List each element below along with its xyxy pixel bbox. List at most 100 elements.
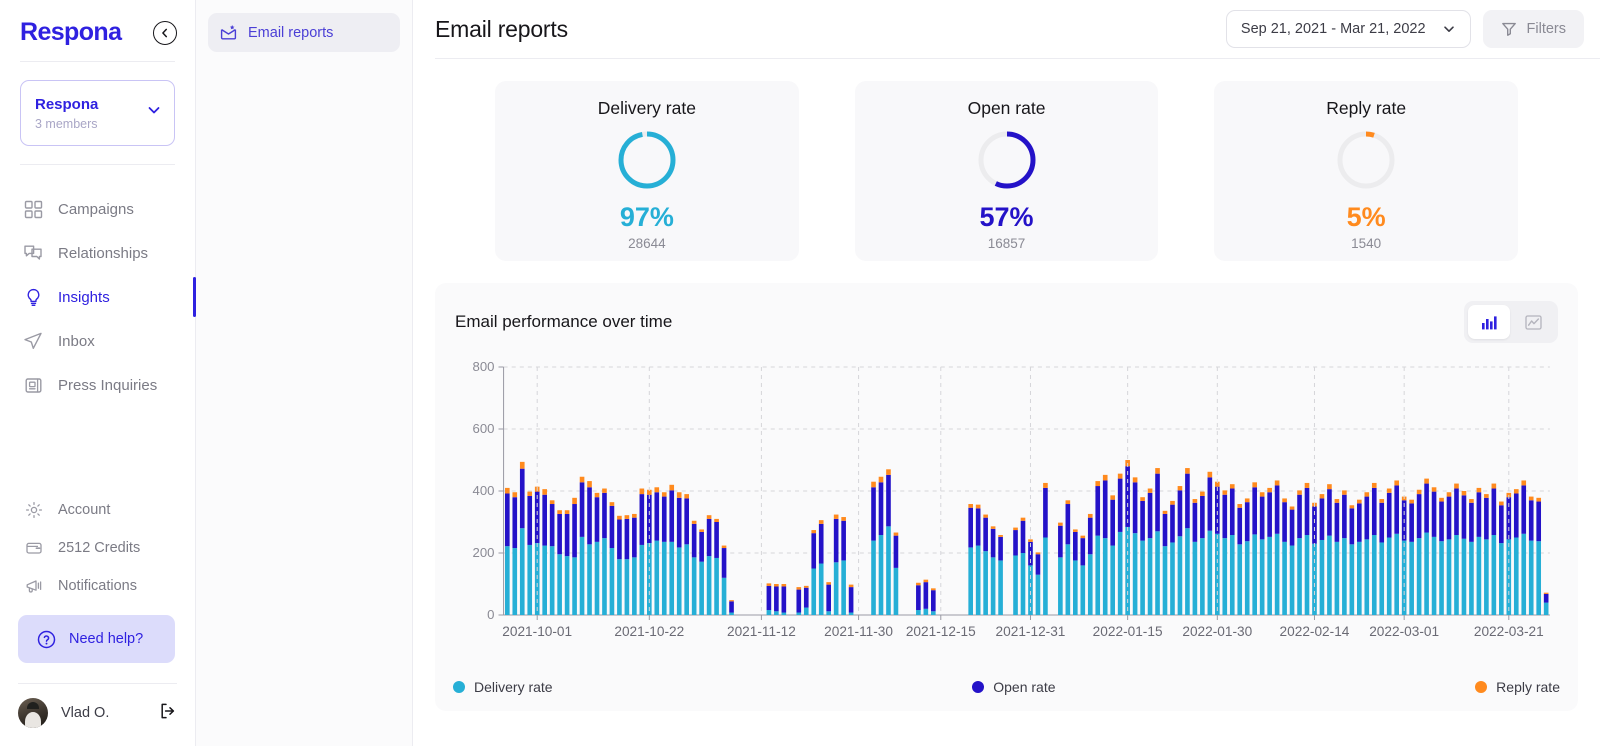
sidebar-divider-mid	[20, 164, 175, 165]
sidebar-item-account[interactable]: Account	[0, 491, 195, 529]
date-range-label: Sep 21, 2021 - Mar 21, 2022	[1240, 21, 1426, 37]
line-chart-icon	[1524, 313, 1543, 332]
svg-text:2021-12-31: 2021-12-31	[996, 624, 1066, 639]
chart-panel: Email performance over time 0 200 400 60…	[435, 283, 1578, 711]
metric-count: 1540	[1351, 236, 1382, 251]
sidebar-header: Respona	[0, 0, 195, 61]
main-content: Email reports Sep 21, 2021 - Mar 21, 202…	[413, 0, 1600, 746]
metric-card-reply-rate: Reply rate 5% 1540	[1214, 81, 1519, 261]
app-root: Respona Respona 3 members Campaigns Rela…	[0, 0, 1600, 746]
filters-button[interactable]: Filters	[1482, 10, 1584, 48]
chevron-down-icon	[146, 102, 162, 123]
metric-count: 28644	[628, 236, 666, 251]
workspace-members: 3 members	[35, 116, 98, 131]
top-bar: Email reports Sep 21, 2021 - Mar 21, 202…	[413, 0, 1600, 58]
user-row[interactable]: Vlad O.	[0, 684, 195, 746]
legend-item-delivery-rate: Delivery rate	[453, 679, 553, 695]
metric-percent: 5%	[1346, 202, 1386, 232]
collapse-sidebar-icon[interactable]	[153, 20, 177, 45]
metric-cards: Delivery rate 97% 28644 Open rate 57% 16…	[435, 81, 1578, 261]
svg-text:2021-10-01: 2021-10-01	[502, 624, 572, 639]
sub-navigation: Email reports	[196, 0, 413, 746]
credits-card-icon	[24, 538, 44, 558]
sidebar-item-credits[interactable]: 2512 Credits	[0, 529, 195, 567]
sidebar-item-insights[interactable]: Insights	[0, 275, 196, 319]
svg-text:2022-01-15: 2022-01-15	[1093, 624, 1163, 639]
sidebar-item-label: Account	[58, 502, 111, 518]
legend-dot	[453, 681, 465, 693]
workspace-name: Respona	[35, 95, 99, 113]
top-bar-actions: Sep 21, 2021 - Mar 21, 2022 Filters	[1225, 10, 1584, 48]
svg-text:2021-11-12: 2021-11-12	[727, 624, 796, 639]
sidebar: Respona Respona 3 members Campaigns Rela…	[0, 0, 196, 746]
user-name: Vlad O.	[61, 705, 110, 721]
svg-text:2022-01-30: 2022-01-30	[1182, 624, 1252, 639]
logout-icon[interactable]	[159, 702, 177, 725]
chat-bubbles-icon	[22, 242, 44, 264]
email-performance-chart: 0 200 400 600 800 2021-10-01 2021-10-22 2021-11…	[473, 359, 1550, 639]
page-title: Email reports	[435, 15, 568, 42]
metric-count: 16857	[987, 236, 1026, 251]
sidebar-item-label: Press Inquiries	[58, 376, 158, 394]
legend-label: Open rate	[993, 679, 1056, 695]
chart-view-toggle	[1464, 301, 1558, 343]
chart-panel-header: Email performance over time	[455, 301, 1558, 343]
app-logo: Respona	[20, 18, 122, 46]
gear-icon	[24, 500, 44, 520]
content-area: Delivery rate 97% 28644 Open rate 57% 16…	[413, 59, 1600, 746]
subnav-item-label: Email reports	[248, 24, 334, 41]
grid-icon	[22, 198, 44, 220]
date-range-picker[interactable]: Sep 21, 2021 - Mar 21, 2022	[1225, 10, 1471, 48]
sidebar-item-notifications[interactable]: Notifications	[0, 567, 195, 605]
sidebar-item-label: Notifications	[58, 578, 137, 594]
workspace-selector[interactable]: Respona 3 members	[20, 80, 175, 146]
legend-item-open-rate: Open rate	[972, 679, 1056, 695]
metric-card-open-rate: Open rate 57% 16857	[854, 81, 1159, 261]
open-rate-donut	[976, 129, 1038, 196]
sidebar-item-inbox[interactable]: Inbox	[0, 319, 195, 363]
legend-item-reply-rate: Reply rate	[1475, 679, 1560, 695]
legend-dot	[1475, 681, 1488, 693]
metric-percent: 97%	[619, 202, 674, 232]
chart-title: Email performance over time	[455, 312, 673, 331]
svg-text:2021-12-15: 2021-12-15	[906, 624, 976, 639]
funnel-icon	[1501, 21, 1517, 37]
megaphone-icon	[24, 576, 44, 596]
sidebar-item-relationships[interactable]: Relationships	[0, 231, 195, 275]
email-report-icon	[220, 24, 237, 41]
bar-chart-view-button[interactable]	[1468, 305, 1510, 339]
sidebar-item-label: Inbox	[58, 332, 95, 350]
sidebar-divider-top	[20, 61, 175, 62]
bar-chart-icon	[1480, 313, 1499, 332]
filters-label: Filters	[1526, 21, 1566, 37]
secondary-nav: Account 2512 Credits Notifications Need …	[0, 491, 195, 746]
metric-card-delivery-rate: Delivery rate 97% 28644	[495, 81, 799, 261]
sidebar-item-campaigns[interactable]: Campaigns	[0, 187, 195, 231]
svg-text:600: 600	[473, 421, 495, 436]
svg-text:200: 200	[473, 545, 495, 560]
svg-text:400: 400	[473, 483, 495, 498]
svg-text:2022-03-21: 2022-03-21	[1474, 624, 1544, 639]
chart-canvas-wrapper: 0 200 400 600 800 2021-10-01 2021-10-22 2021-11…	[455, 357, 1558, 657]
lightbulb-icon	[22, 286, 44, 308]
delivery-rate-donut	[616, 129, 678, 196]
sidebar-item-press-inquiries[interactable]: Press Inquiries	[0, 363, 195, 407]
legend-label: Delivery rate	[474, 679, 553, 695]
active-indicator	[193, 277, 196, 317]
need-help-label: Need help?	[69, 631, 144, 647]
legend-label: Reply rate	[1496, 679, 1560, 695]
svg-text:2021-11-30: 2021-11-30	[824, 624, 893, 639]
sidebar-item-label: 2512 Credits	[58, 540, 141, 556]
sidebar-item-label: Campaigns	[58, 200, 134, 218]
svg-text:0: 0	[487, 607, 494, 622]
need-help-button[interactable]: Need help?	[18, 615, 175, 663]
subnav-item-email-reports[interactable]: Email reports	[208, 13, 400, 52]
chart-legend: Delivery rate Open rate Reply rate	[453, 679, 1560, 695]
primary-nav: Campaigns Relationships Insights Inbox P…	[0, 187, 196, 407]
chevron-down-icon	[1442, 22, 1456, 36]
svg-text:800: 800	[473, 359, 495, 374]
reply-rate-donut	[1335, 129, 1397, 196]
line-chart-view-button[interactable]	[1512, 305, 1554, 339]
avatar	[18, 698, 48, 728]
sidebar-item-label: Insights	[58, 288, 110, 306]
